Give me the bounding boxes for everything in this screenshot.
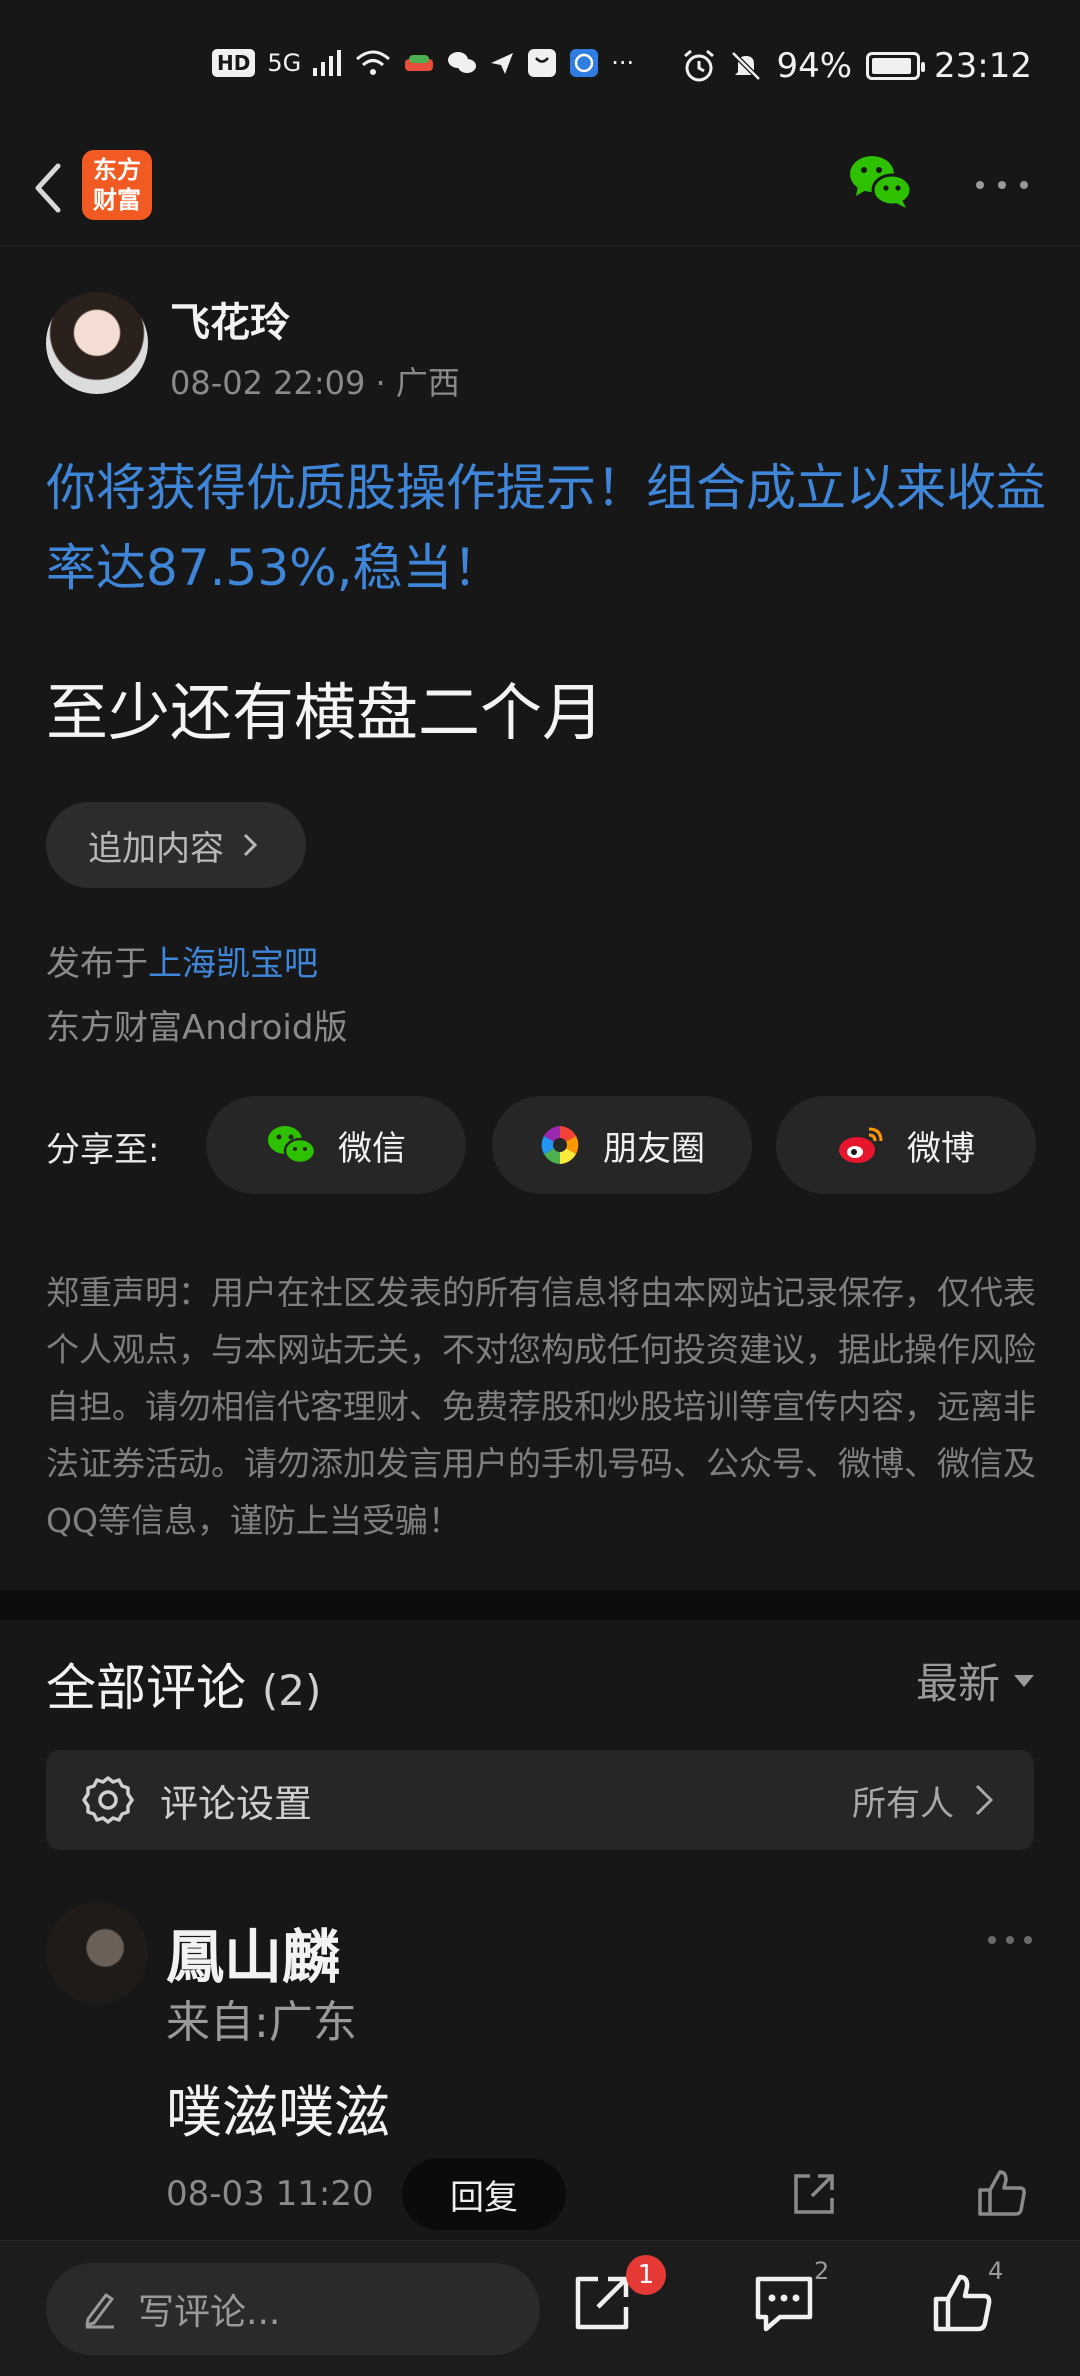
platform-label: 东方财富Android版 — [46, 1008, 348, 1048]
share-wechat-button[interactable]: 微信 — [206, 1096, 466, 1194]
post-title: 至少还有横盘二个月 — [46, 676, 605, 749]
share-moments-button[interactable]: 朋友圈 — [492, 1096, 752, 1194]
comment-settings-label: 评论设置 — [160, 1781, 313, 1826]
gear-icon — [82, 1776, 134, 1824]
author-avatar[interactable] — [46, 292, 148, 394]
moments-icon — [541, 1126, 579, 1164]
caret-down-icon — [1014, 1674, 1034, 1687]
comments-title: 全部评论 — [46, 1659, 246, 1717]
status-icons-right: 94% 23:12 — [682, 46, 1032, 86]
write-comment-input[interactable]: 写评论... — [46, 2263, 540, 2355]
published-in: 发布于上海凯宝吧 — [46, 936, 318, 985]
chevron-right-icon — [243, 833, 258, 857]
top-app-bar: 东方 财富 — [0, 140, 1080, 246]
share-icon[interactable] — [570, 2271, 634, 2335]
reply-button[interactable]: 回复 — [402, 2158, 566, 2230]
weibo-icon — [839, 1127, 883, 1163]
sort-dropdown[interactable]: 最新 — [916, 1650, 1034, 1711]
app-notification-icon — [405, 55, 434, 71]
share-label: 分享至: — [46, 1130, 160, 1170]
browser-app-icon — [570, 49, 599, 77]
post-meta: 08-02 22:09 · 广西 — [170, 364, 460, 402]
comment-settings-value: 所有人 — [852, 1783, 954, 1824]
eastmoney-logo[interactable]: 东方 财富 — [82, 150, 152, 220]
more-notifications-icon: ··· — [611, 49, 635, 77]
share-badge: 1 — [626, 2255, 666, 2295]
battery-percent: 94% — [776, 46, 853, 86]
section-divider — [0, 1590, 1080, 1620]
commenter-location: 来自:广东 — [166, 1997, 357, 2048]
comments-count: (2) — [261, 1666, 322, 1715]
signal-icon — [313, 50, 342, 76]
published-prefix: 发布于 — [46, 944, 148, 984]
shopping-bag-icon — [528, 49, 557, 77]
append-content-label: 追加内容 — [88, 828, 224, 869]
comment-text: 噗滋噗滋 — [166, 2081, 390, 2146]
comments-heading: 全部评论 (2) — [46, 1648, 321, 1720]
promo-link[interactable]: 你将获得优质股操作提示！组合成立以来收益率达87.53%,稳当！ — [46, 448, 1046, 608]
comment-icon[interactable] — [752, 2271, 816, 2335]
comment-settings-row[interactable]: 评论设置 所有人 — [46, 1750, 1034, 1850]
sort-label: 最新 — [915, 1659, 1000, 1708]
alarm-icon — [684, 49, 715, 82]
wechat-share-icon[interactable] — [846, 150, 914, 214]
comment-more-icon[interactable] — [986, 1932, 1034, 1948]
pencil-icon — [85, 2293, 114, 2329]
wechat-notification-icon — [448, 52, 477, 73]
paper-plane-icon — [491, 53, 514, 74]
share-moments-label: 朋友圈 — [603, 1128, 705, 1169]
share-weibo-button[interactable]: 微博 — [776, 1096, 1036, 1194]
like-count: 4 — [988, 2257, 1004, 2285]
forum-link[interactable]: 上海凯宝吧 — [148, 944, 318, 984]
wifi-icon — [356, 50, 391, 75]
wechat-icon — [268, 1126, 316, 1165]
share-wechat-label: 微信 — [338, 1128, 406, 1169]
clock: 23:12 — [934, 46, 1032, 86]
comment-share-icon[interactable] — [790, 2170, 838, 2218]
comment-like-icon[interactable] — [976, 2168, 1028, 2218]
chevron-right-icon — [975, 1784, 994, 1816]
status-icons-left: HD 5G ··· — [212, 48, 634, 78]
comment-count: 2 — [814, 2257, 830, 2285]
share-weibo-label: 微博 — [907, 1128, 975, 1169]
disclaimer-text: 郑重声明：用户在社区发表的所有信息将由本网站记录保存，仅代表个人观点，与本网站无… — [46, 1273, 1036, 1540]
5g-indicator: 5G — [267, 49, 302, 77]
append-content-button[interactable]: 追加内容 — [46, 802, 306, 888]
back-arrow-icon[interactable] — [22, 156, 82, 220]
write-comment-placeholder: 写评论... — [138, 2292, 281, 2333]
bottom-action-bar: 写评论... 1 2 4 — [0, 2240, 1080, 2376]
like-icon[interactable] — [930, 2271, 994, 2335]
hd-indicator: HD — [212, 49, 256, 77]
more-options-icon[interactable] — [972, 170, 1032, 200]
battery-level — [872, 58, 912, 74]
commenter-avatar[interactable] — [46, 1902, 148, 2004]
commenter-name[interactable]: 鳳山麟 — [166, 1910, 340, 1994]
author-name[interactable]: 飞花玲 — [170, 290, 290, 348]
mute-icon — [731, 51, 762, 81]
battery-icon — [866, 52, 926, 80]
comment-time: 08-03 11:20 — [166, 2174, 374, 2214]
status-bar: HD 5G ··· 94% 23:12 — [0, 0, 1080, 140]
